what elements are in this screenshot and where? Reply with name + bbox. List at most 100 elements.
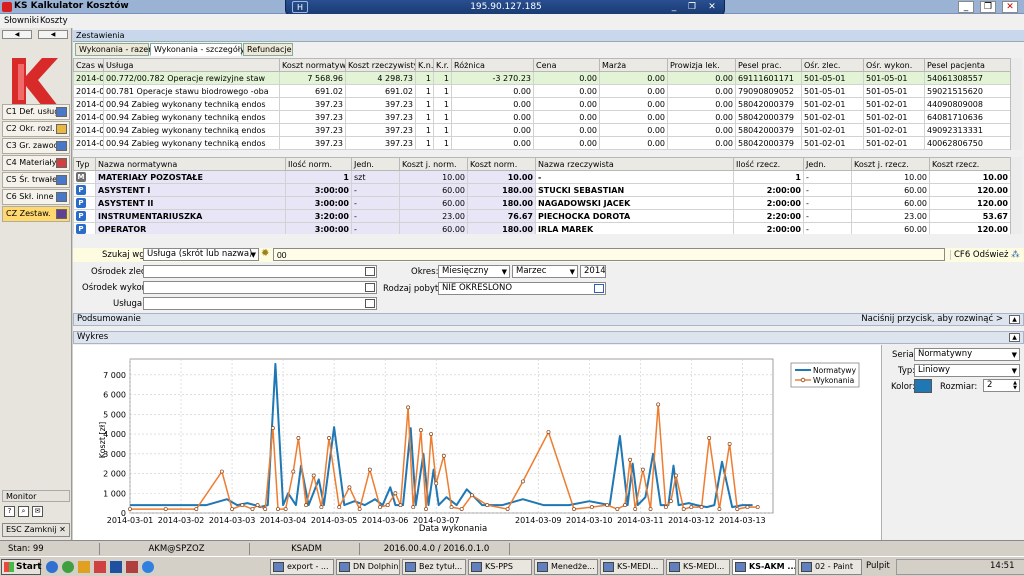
lookup-icon[interactable]	[365, 299, 375, 308]
column-header[interactable]: Nazwa normatywna	[95, 157, 286, 171]
taskbar-task[interactable]: Menedże...	[534, 559, 598, 575]
podsumowanie-bar[interactable]: Podsumowanie Naciśnij przycisk, aby rozw…	[73, 313, 1024, 326]
rdp-restore-icon[interactable]: ❐	[684, 1, 700, 13]
help-icon[interactable]: ?	[4, 506, 15, 517]
search-mode-select[interactable]: Usługa (skrót lub nazwa) ▼	[143, 248, 259, 261]
column-header[interactable]: K.r.	[433, 58, 452, 72]
column-header[interactable]: Ośr. wykon.	[863, 58, 925, 72]
taskbar-task[interactable]: Bez tytuł...	[402, 559, 466, 575]
lookup-icon[interactable]	[365, 267, 375, 276]
expand-icon[interactable]: ▲	[1009, 315, 1020, 324]
restore-icon[interactable]: ❐	[980, 1, 996, 13]
column-header[interactable]: Ośr. zlec.	[801, 58, 864, 72]
taskbar-task[interactable]: DN Dolphin	[336, 559, 400, 575]
column-header[interactable]: Koszt rzeczywisty	[345, 58, 416, 72]
taskbar-task[interactable]: 02 - Paint	[798, 559, 862, 575]
usluga-field[interactable]	[143, 297, 377, 310]
menu-slowniki[interactable]: Słowniki	[4, 16, 39, 26]
refresh-button[interactable]: CF6 Odśwież ⁂	[950, 250, 1024, 260]
table-row[interactable]: P ASYSTENT I 3:00:00-60.00 180.00 STUCKI SEB…	[73, 183, 1010, 197]
pin-icon[interactable]: H	[292, 1, 308, 13]
components-scrollbar[interactable]	[1010, 157, 1022, 234]
browser-icon[interactable]	[46, 561, 58, 573]
ks-icon[interactable]	[94, 561, 106, 573]
okres-select[interactable]: Miesięczny ▼	[438, 265, 510, 278]
rdp-close-icon[interactable]: ✕	[704, 1, 720, 13]
wykres-bar[interactable]: Wykres ▲	[73, 331, 1024, 344]
table-row[interactable]: 2014-03-0500.94 Zabieg wykonany techniką…	[73, 123, 1010, 137]
save-icon[interactable]	[110, 561, 122, 573]
rdp-minimize-icon[interactable]: _	[666, 1, 682, 13]
taskbar-task[interactable]: export - ...	[270, 559, 334, 575]
column-header[interactable]: Pesel prac.	[735, 58, 802, 72]
table-row[interactable]: 2014-03-1100.94 Zabieg wykonany techniką…	[73, 97, 1010, 111]
pulpit-toolbar[interactable]: Pulpit	[866, 561, 890, 571]
column-header[interactable]: Cena	[533, 58, 600, 72]
column-header[interactable]: K.n.	[415, 58, 434, 72]
menu-koszty[interactable]: Koszty	[40, 16, 68, 26]
taskbar-task[interactable]: KS-MEDI...	[600, 559, 664, 575]
column-header[interactable]: Jedn.	[351, 157, 400, 171]
mail-icon[interactable]: ✉	[32, 506, 43, 517]
table-row[interactable]: 2014-03-1200.94 Zabieg wykonany techniką…	[73, 136, 1010, 150]
color-swatch[interactable]	[914, 379, 932, 393]
spinner-arrows-icon[interactable]: ▲ ▼	[1013, 381, 1017, 391]
column-header[interactable]: Ilość rzecz.	[733, 157, 804, 171]
nav-item-zestaw[interactable]: CZ Zestaw.	[2, 206, 70, 222]
seria-select[interactable]: Normatywny ▼	[914, 348, 1020, 361]
table-row[interactable]: 2014-03-03 1000.772/00.782 Operacje rewi…	[73, 71, 1010, 85]
column-header[interactable]: Koszt j. norm.	[399, 157, 468, 171]
tab-refundacje[interactable]: Refundacje	[243, 43, 293, 56]
rozmiar-spinner[interactable]: 2 ▲ ▼	[983, 379, 1020, 392]
column-header[interactable]: Różnica	[451, 58, 534, 72]
tab-wykonania-szczegoly[interactable]: Wykonania - szczegóły	[150, 43, 245, 56]
column-header[interactable]: Koszt rzecz.	[929, 157, 1010, 171]
month-select[interactable]: Marzec ▼	[512, 265, 578, 278]
taskbar-task[interactable]: KS-AKM ...	[732, 559, 796, 575]
column-header[interactable]: Prowizja lek.	[667, 58, 736, 72]
close-icon[interactable]: ✕	[1002, 1, 1018, 13]
column-header[interactable]: Koszt j. rzecz.	[851, 157, 930, 171]
year-field[interactable]: 2014	[580, 265, 606, 278]
nav-item-materialy[interactable]: C4 Materiały	[2, 155, 70, 171]
osrodek-wykon-field[interactable]	[143, 281, 377, 294]
table-row[interactable]: M MATERIAŁY POZOSTAŁE 1 szt 10.00 10.00-1-10.…	[73, 170, 1010, 184]
app-icon[interactable]	[62, 561, 74, 573]
minimize-icon[interactable]: _	[958, 1, 974, 13]
osrodek-zlec-field[interactable]	[143, 265, 377, 278]
table-row[interactable]: 2014-03-0700.781 Operacje stawu biodrowe…	[73, 84, 1010, 98]
nav-item-skl-inne[interactable]: C6 Skł. inne	[2, 189, 70, 205]
folder-icon[interactable]	[78, 561, 90, 573]
taskbar-task[interactable]: KS-PPS	[468, 559, 532, 575]
table-row[interactable]: P OPERATOR 3:00:00-60.00 180.00 IRLA MAREK 2:…	[73, 222, 1010, 234]
monitor-button[interactable]: Monitor	[2, 490, 70, 502]
column-header[interactable]: Marża	[599, 58, 668, 72]
taskbar-task[interactable]: KS-MEDI...	[666, 559, 730, 575]
close-panel-button[interactable]: ESC Zamknij ✕	[2, 523, 70, 537]
nav-item-okr-rozl[interactable]: C2 Okr. rozl.	[2, 121, 70, 137]
nav-forward-arrow-icon[interactable]: ◀	[38, 30, 68, 39]
column-header[interactable]: Koszt normatywny	[279, 58, 346, 72]
column-header[interactable]: Nazwa rzeczywista	[535, 157, 734, 171]
column-header[interactable]: Typ	[73, 157, 96, 171]
rodzaj-pobytu-field[interactable]: NIE OKREŚLONO	[438, 282, 606, 295]
tool-icon[interactable]	[126, 561, 138, 573]
nav-back-arrow-icon[interactable]: ◀	[2, 30, 32, 39]
services-scrollbar[interactable]	[1010, 58, 1022, 150]
nav-item-sr-trwale[interactable]: C5 Śr. trwałe	[2, 172, 70, 188]
column-header[interactable]: Koszt norm.	[467, 157, 536, 171]
tab-wykonania-razem[interactable]: Wykonania - razem	[75, 43, 156, 56]
globe-icon[interactable]	[142, 561, 154, 573]
table-row[interactable]: 2014-03-0300.94 Zabieg wykonany techniką…	[73, 110, 1010, 124]
gear-icon[interactable]: ✹	[261, 249, 272, 260]
start-button[interactable]: Start	[1, 559, 42, 575]
typ-select[interactable]: Liniowy ▼	[914, 364, 1020, 377]
lookup-icon[interactable]	[594, 284, 604, 293]
search-icon[interactable]: ⌕	[18, 506, 29, 517]
column-header[interactable]: Ilość norm.	[285, 157, 352, 171]
table-row[interactable]: P INSTRUMENTARIUSZKA 3:20:00-23.00 76.67 PIE…	[73, 209, 1010, 223]
column-header[interactable]: Czas wyk.	[73, 58, 104, 72]
nav-item-def-uslug[interactable]: C1 Def. usług	[2, 104, 70, 120]
collapse-icon[interactable]: ▲	[1009, 333, 1020, 342]
lookup-icon[interactable]	[365, 283, 375, 292]
